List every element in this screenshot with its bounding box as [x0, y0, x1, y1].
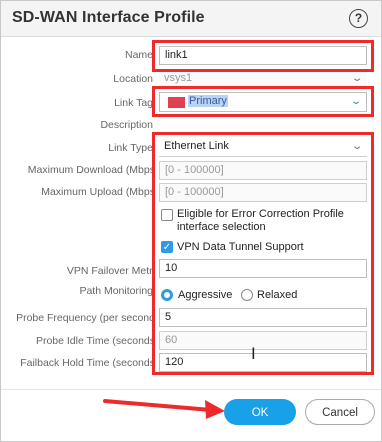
dialog-titlebar: SD-WAN Interface Profile ?: [1, 1, 381, 37]
max-download-label: Maximum Download (Mbps: [27, 164, 155, 176]
annotation-arrow-icon: [103, 399, 225, 419]
help-icon[interactable]: ?: [349, 9, 368, 28]
probe-frequency-label: Probe Frequency (per second: [16, 312, 155, 324]
sdwan-interface-profile-dialog: SD-WAN Interface Profile ? Name link1 Lo…: [0, 0, 382, 442]
description-label: Description: [100, 119, 153, 131]
cancel-button[interactable]: Cancel: [305, 399, 375, 425]
ok-button[interactable]: OK: [224, 399, 296, 425]
chevron-down-icon: ⌄: [350, 73, 364, 84]
annotation-box-settings: [152, 132, 374, 375]
location-value: vsys1: [164, 72, 193, 84]
path-monitoring-label: Path Monitoring: [79, 285, 153, 297]
max-upload-label: Maximum Upload (Mbps: [41, 186, 155, 198]
annotation-box-name: [152, 40, 374, 72]
vpn-failover-label: VPN Failover Metri: [66, 265, 155, 277]
location-label: Location: [113, 73, 153, 85]
annotation-box-link-tag: [152, 86, 374, 117]
name-label: Name: [124, 49, 153, 61]
probe-idle-label: Probe Idle Time (seconds: [35, 335, 155, 347]
dialog-title: SD-WAN Interface Profile: [12, 9, 205, 26]
link-tag-label: Link Tag: [114, 97, 153, 109]
failback-hold-label: Failback Hold Time (seconds: [20, 357, 155, 369]
footer-divider: [1, 389, 381, 390]
link-type-label: Link Type: [108, 142, 153, 154]
